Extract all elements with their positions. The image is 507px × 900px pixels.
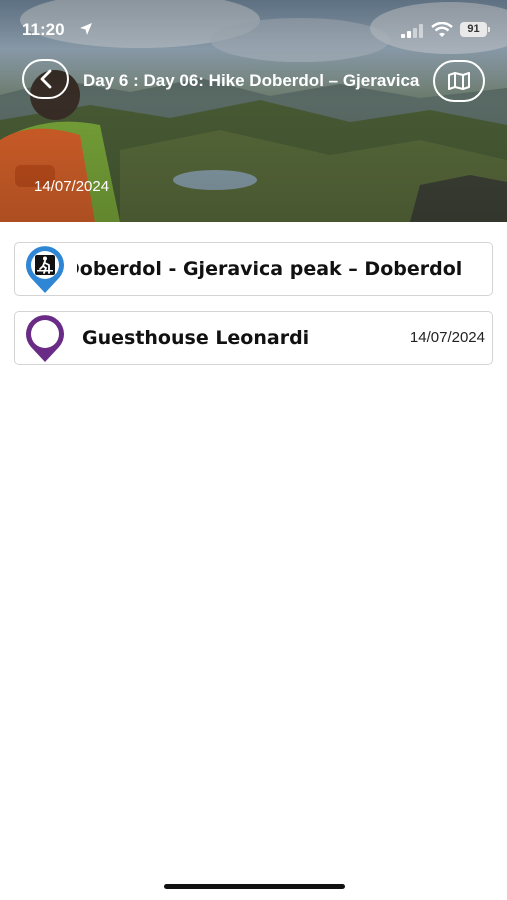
status-time: 11:20 (22, 20, 65, 39)
home-indicator[interactable] (164, 884, 345, 889)
list-item-activity[interactable]: Doberdol - Gjeravica peak – Doberdol (14, 242, 493, 296)
list-item-title: Doberdol - Gjeravica peak – Doberdol (77, 258, 463, 280)
map-button[interactable] (433, 60, 485, 102)
signal-icon (401, 24, 423, 38)
list-item-title: Guesthouse Leonardi (82, 327, 310, 349)
chevron-left-icon (40, 69, 51, 89)
list-item-accommodation[interactable]: Guesthouse Leonardi 14/07/2024 (14, 311, 493, 365)
back-button[interactable] (22, 59, 69, 99)
status-bar: 11:20 91 (0, 0, 507, 60)
wifi-icon (431, 22, 453, 37)
battery-icon: 91 (460, 22, 490, 37)
location-arrow-icon (80, 23, 92, 35)
list-item-date: 14/07/2024 (409, 329, 485, 346)
page-title: Day 6 : Day 06: Hike Doberdol – Gjeravic… (83, 71, 424, 90)
hiker-pin-icon (26, 246, 64, 293)
map-icon (448, 72, 470, 90)
header-date: 14/07/2024 (34, 178, 110, 195)
location-pin-icon (26, 315, 64, 362)
